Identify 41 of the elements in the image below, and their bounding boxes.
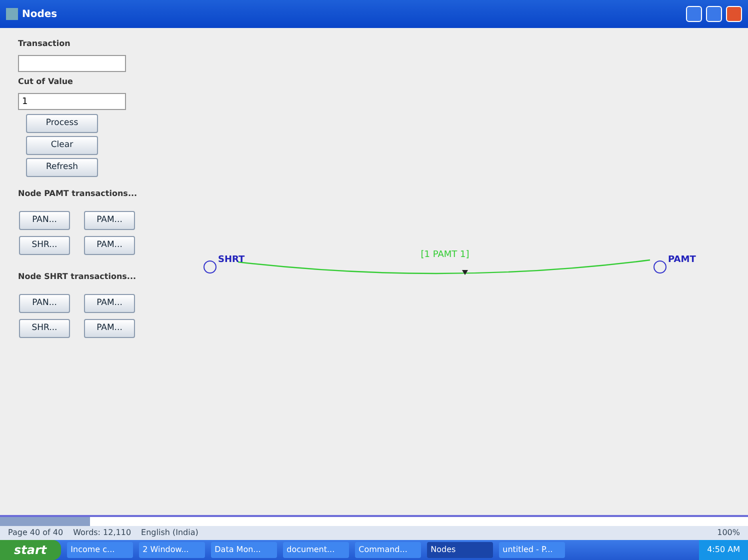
edge-label: [1 PAMT 1] <box>420 250 470 260</box>
taskbar-button[interactable]: Command... <box>354 542 421 558</box>
field-label: Cut of Value <box>18 76 74 88</box>
input-field[interactable] <box>18 55 126 72</box>
action-button[interactable]: Clear <box>26 136 98 155</box>
field-label: Transaction <box>18 38 72 50</box>
transaction-button[interactable]: PAN... <box>19 294 70 313</box>
close-button[interactable] <box>726 6 742 22</box>
taskbar-button[interactable]: untitled - P... <box>498 542 565 558</box>
scrollbar-thumb[interactable] <box>0 517 90 526</box>
taskbar-button[interactable]: Nodes <box>426 542 493 558</box>
app-icon <box>6 8 18 20</box>
status-text: English (India) <box>141 527 198 539</box>
taskbar-button[interactable]: Data Mon... <box>210 542 277 558</box>
zoom-level: 100% <box>717 527 740 539</box>
taskbar-button[interactable]: document... <box>282 542 349 558</box>
node-circle-icon <box>654 260 666 274</box>
transaction-button[interactable]: SHR... <box>19 319 70 338</box>
transaction-button[interactable]: PAM... <box>84 319 135 338</box>
node-label: SHRT <box>218 255 245 265</box>
transaction-button[interactable]: PAM... <box>84 211 135 230</box>
maximize-button[interactable] <box>706 6 722 22</box>
status-text: Page 40 of 40 <box>8 527 64 539</box>
node-circle-icon <box>204 260 216 274</box>
action-button[interactable]: Process <box>26 114 98 133</box>
transaction-button[interactable]: PAM... <box>84 236 135 255</box>
taskbar-button[interactable]: Income c... <box>66 542 133 558</box>
input-field[interactable]: 1 <box>18 93 126 110</box>
status-text: Words: 12,110 <box>73 527 132 539</box>
clock: 4:50 AM <box>699 540 748 560</box>
node-label: PAMT <box>668 255 696 265</box>
minimize-button[interactable] <box>686 6 702 22</box>
action-button[interactable]: Refresh <box>26 158 98 177</box>
start-button[interactable]: start <box>0 540 61 560</box>
transaction-button[interactable]: PAN... <box>19 211 70 230</box>
transaction-button[interactable]: SHR... <box>19 236 70 255</box>
taskbar-button[interactable]: 2 Window... <box>138 542 205 558</box>
group-label: Node SHRT transactions... <box>18 271 138 283</box>
group-label: Node PAMT transactions... <box>18 188 138 200</box>
transaction-button[interactable]: PAM... <box>84 294 135 313</box>
window-title: Nodes <box>22 8 58 22</box>
